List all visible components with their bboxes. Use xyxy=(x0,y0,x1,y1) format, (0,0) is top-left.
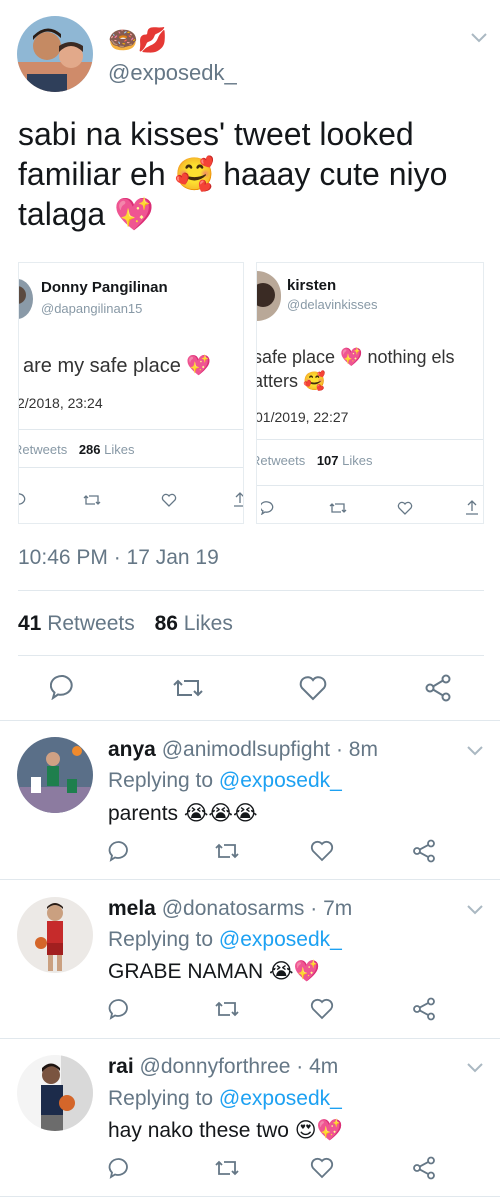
embedded-likes-count-2: 107 xyxy=(316,453,339,468)
like-icon xyxy=(161,493,177,507)
reply-handle-2[interactable]: @donatosarms xyxy=(162,897,305,920)
chevron-down-icon[interactable] xyxy=(470,32,488,44)
replying-to-label: Replying to xyxy=(108,769,214,792)
reply-button[interactable] xyxy=(50,674,76,700)
like-icon xyxy=(397,501,413,515)
like-button[interactable] xyxy=(299,675,327,701)
embedded-name-1: Donny Pangilinan xyxy=(41,279,168,296)
reply-text-2: GRABE NAMAN 😭💖 xyxy=(108,960,320,983)
chevron-down-icon[interactable] xyxy=(466,1062,484,1074)
tweet-timestamp: 10:46 PM · 17 Jan 19 xyxy=(18,546,219,569)
reply-button[interactable] xyxy=(108,1157,130,1179)
embedded-date-2: 01/2019, 22:27 xyxy=(256,409,349,425)
embedded-retweets-label-1: Retweets xyxy=(18,442,68,457)
replying-to-label: Replying to xyxy=(108,928,214,951)
embedded-handle-2: @delavinkisses xyxy=(287,297,378,312)
reply-text-3: hay nako these two 😍💖 xyxy=(108,1119,343,1142)
embedded-image-2[interactable]: kirsten @delavinkisses safe place 💖 noth… xyxy=(256,262,484,524)
tweet-text: sabi na kisses' tweet looked familiar eh… xyxy=(18,114,488,234)
share-button[interactable] xyxy=(412,997,436,1021)
retweet-button[interactable] xyxy=(214,841,240,861)
author-name: 🍩💋 xyxy=(108,26,168,54)
retweet-button[interactable] xyxy=(214,1158,240,1178)
embedded-likes-label-1: Likes xyxy=(104,442,135,457)
reply-avatar-1[interactable] xyxy=(17,737,93,813)
embedded-stats-1: Retweets 286 Likes xyxy=(18,442,135,457)
reply-name-1[interactable]: anya xyxy=(108,738,156,761)
embedded-text-1: are my safe place 💖 xyxy=(23,355,212,377)
author-handle: @exposedk_ xyxy=(108,60,237,85)
reply-name-2[interactable]: mela xyxy=(108,897,156,920)
embedded-handle-1: @dapangilinan15 xyxy=(41,301,143,316)
replying-to-link[interactable]: @exposedk_ xyxy=(219,769,342,792)
reply-header-2: mela @donatosarms · 7m xyxy=(108,897,352,921)
replying-to-link[interactable]: @exposedk_ xyxy=(219,928,342,951)
embedded-text-2-line-1: safe place 💖 nothing els xyxy=(256,347,455,367)
tweet-stats: 41 Retweets 86 Likes xyxy=(18,612,233,636)
share-button[interactable] xyxy=(424,674,452,702)
embedded-date-1: 2/2018, 23:24 xyxy=(18,395,103,411)
embedded-retweets-label-2: Retweets xyxy=(256,453,306,468)
reply-header-3: rai @donnyforthree · 4m xyxy=(108,1055,338,1079)
retweets-label[interactable]: Retweets xyxy=(47,612,135,635)
replying-to-label: Replying to xyxy=(108,1087,214,1110)
share-button[interactable] xyxy=(412,839,436,863)
retweet-button[interactable] xyxy=(172,676,204,700)
reply-icon xyxy=(261,501,275,515)
embedded-name-2: kirsten xyxy=(287,277,337,294)
tweet-text-line-1: sabi na kisses' tweet looked xyxy=(18,116,414,152)
reply-name-3[interactable]: rai xyxy=(108,1055,134,1078)
reply-handle-3[interactable]: @donnyforthree xyxy=(140,1055,291,1078)
reply-time-3: · 4m xyxy=(296,1055,339,1078)
embedded-avatar-1 xyxy=(19,279,33,319)
likes-count[interactable]: 86 xyxy=(155,612,178,635)
reply-header-1: anya @animodlsupfight · 8m xyxy=(108,738,378,762)
tweet-text-line-3: talaga 💖 xyxy=(18,196,154,232)
embedded-avatar-2 xyxy=(257,271,281,321)
reply-time-1: · 8m xyxy=(335,738,378,761)
embedded-likes-label-2: Likes xyxy=(342,453,373,468)
likes-label[interactable]: Likes xyxy=(184,612,233,635)
reply-handle-1[interactable]: @animodlsupfight xyxy=(162,738,330,761)
embedded-likes-count-1: 286 xyxy=(78,442,101,457)
chevron-down-icon[interactable] xyxy=(466,904,484,916)
retweet-icon xyxy=(83,493,101,507)
reply-button[interactable] xyxy=(108,998,130,1020)
embedded-text-2-line-2: atters 🥰 xyxy=(256,371,326,391)
retweet-icon xyxy=(329,501,347,515)
share-icon xyxy=(465,499,479,515)
retweets-count[interactable]: 41 xyxy=(18,612,41,635)
share-button[interactable] xyxy=(412,1156,436,1180)
reply-avatar-3[interactable] xyxy=(17,1055,93,1131)
like-button[interactable] xyxy=(310,1157,334,1179)
reply-avatar-2[interactable] xyxy=(17,897,93,973)
tweet-text-line-2: familiar eh 🥰 haaay cute niyo xyxy=(18,156,448,192)
reply-button[interactable] xyxy=(108,840,130,862)
reply-time-2: · 7m xyxy=(310,897,353,920)
author-avatar[interactable] xyxy=(17,16,93,92)
embedded-image-1[interactable]: Donny Pangilinan @dapangilinan15 are my … xyxy=(18,262,244,524)
embedded-stats-2: Retweets 107 Likes xyxy=(256,453,373,468)
reply-replying-3: Replying to @exposedk_ xyxy=(108,1087,342,1111)
like-button[interactable] xyxy=(310,998,334,1020)
embedded-text-2: safe place 💖 nothing els atters 🥰 xyxy=(256,345,455,393)
like-button[interactable] xyxy=(310,840,334,862)
reply-replying-1: Replying to @exposedk_ xyxy=(108,769,342,793)
reply-icon xyxy=(19,493,27,507)
chevron-down-icon[interactable] xyxy=(466,745,484,757)
retweet-button[interactable] xyxy=(214,999,240,1019)
replying-to-link[interactable]: @exposedk_ xyxy=(219,1087,342,1110)
reply-replying-2: Replying to @exposedk_ xyxy=(108,928,342,952)
share-icon xyxy=(233,491,243,507)
reply-text-1: parents 😭😭😭 xyxy=(108,802,258,825)
